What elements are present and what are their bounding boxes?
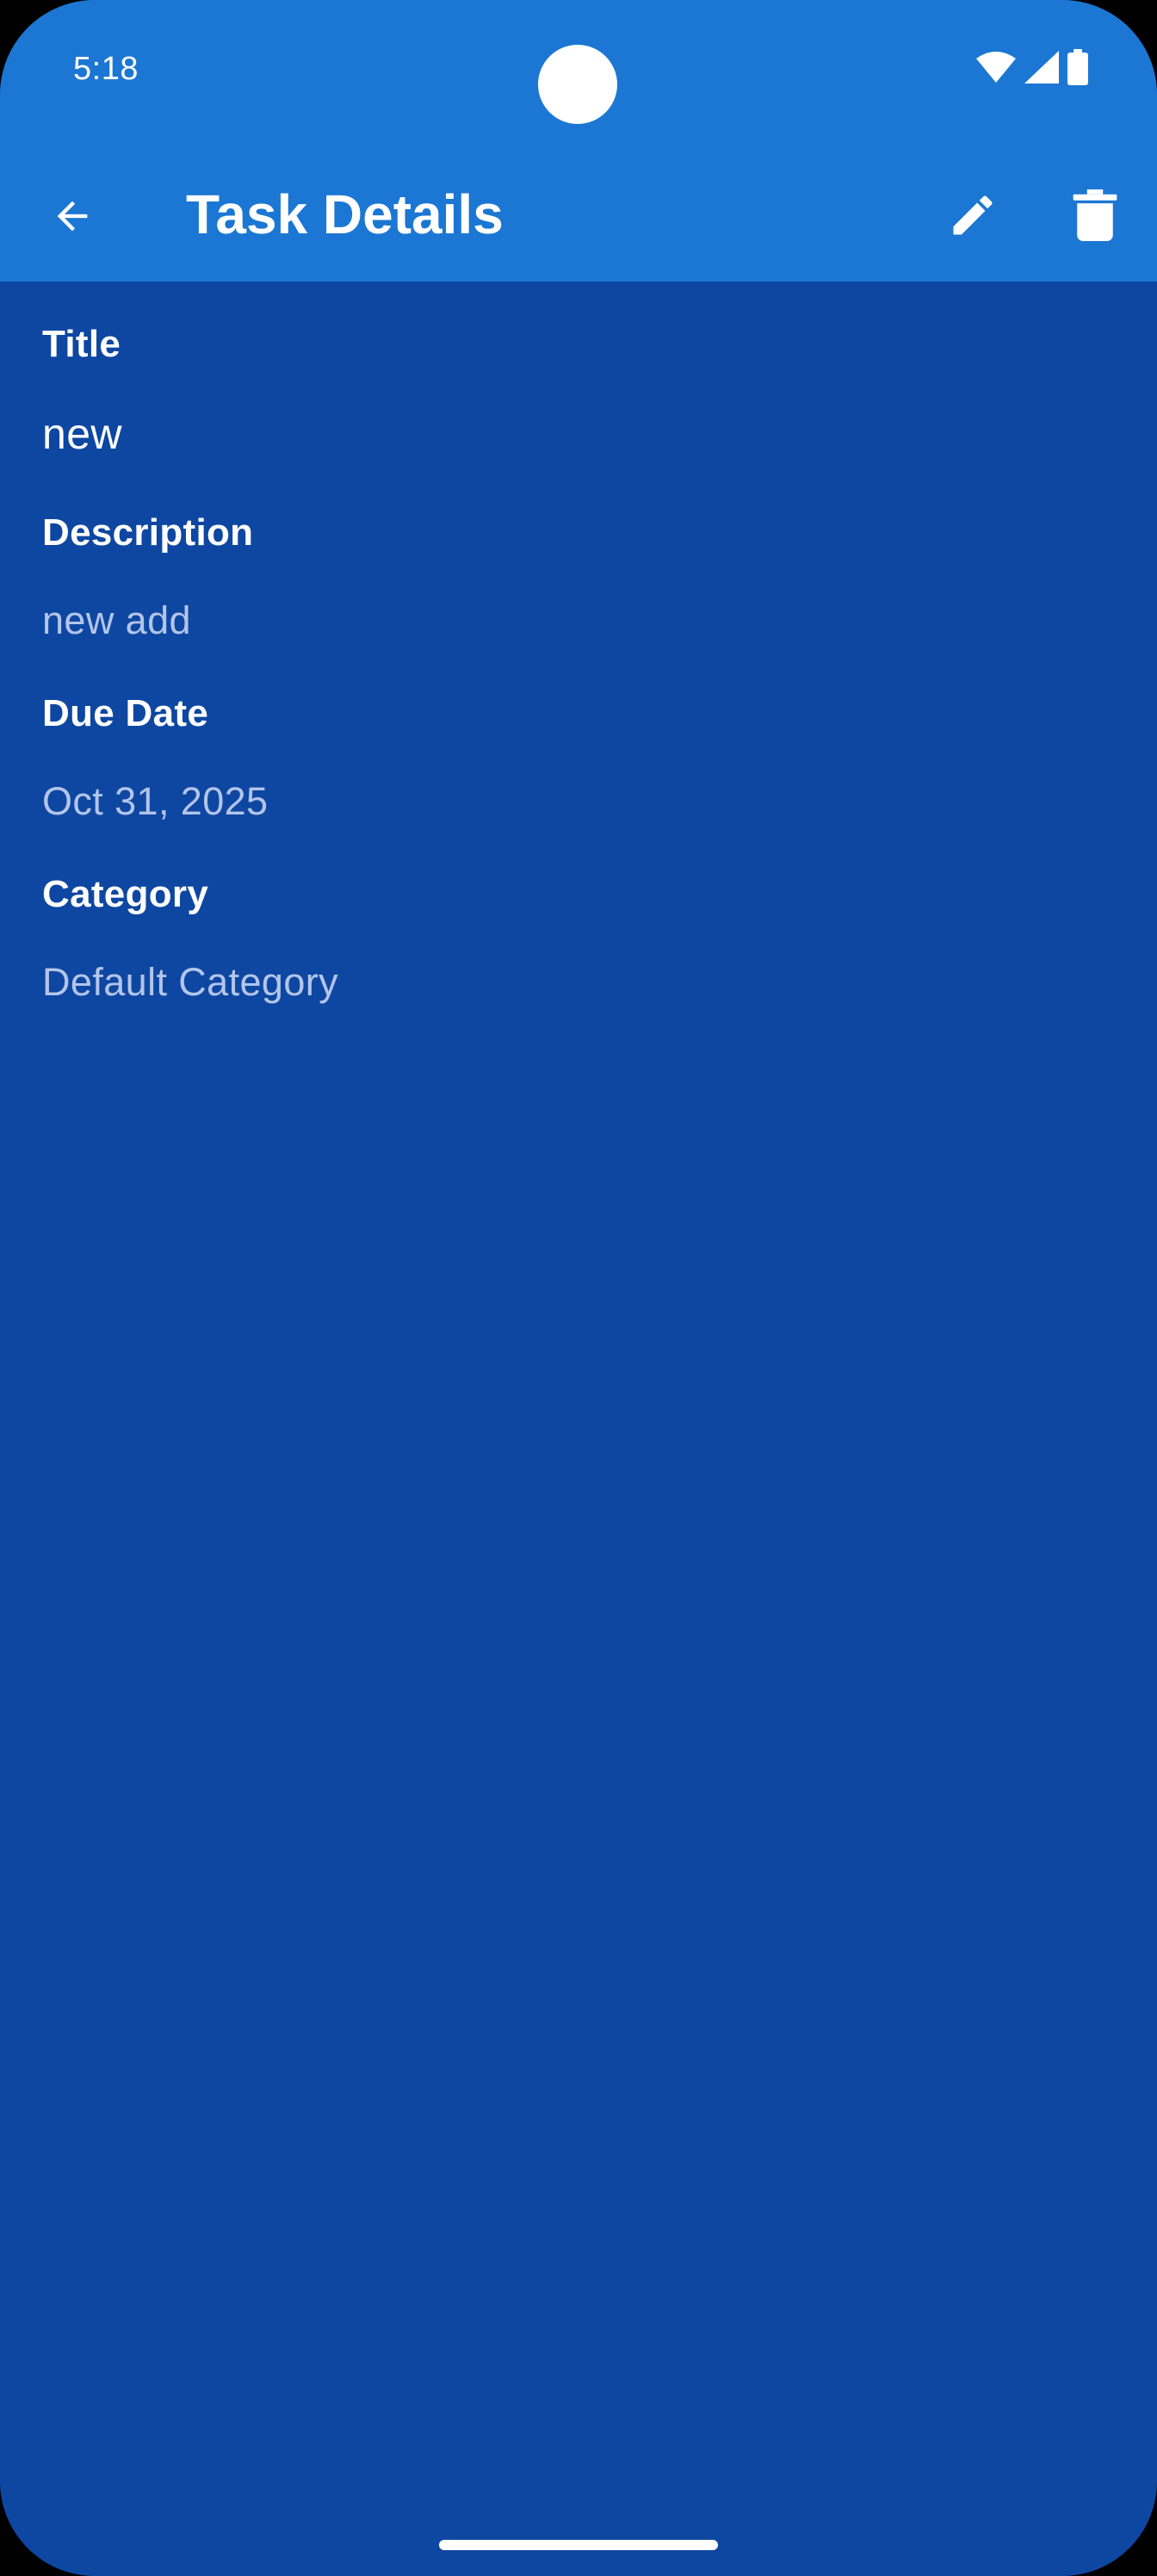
signal-icon: [1024, 51, 1059, 84]
description-value: new add: [42, 598, 191, 642]
camera-cutout: [538, 45, 617, 124]
back-button[interactable]: [31, 176, 114, 259]
category-value: Default Category: [42, 960, 339, 1004]
battery-icon: [1067, 49, 1088, 85]
due-date-label: Due Date: [42, 692, 209, 734]
category-label: Category: [42, 873, 209, 915]
arrow-back-icon: [50, 194, 95, 243]
status-icons: [976, 49, 1088, 85]
trash-icon: [1073, 189, 1117, 245]
wifi-icon: [976, 52, 1016, 83]
status-time: 5:18: [73, 51, 139, 87]
page-title: Task Details: [186, 183, 504, 245]
delete-button[interactable]: [1052, 174, 1138, 260]
top-app-bar: 5:18 Task Details: [0, 0, 1157, 282]
description-label: Description: [42, 511, 254, 554]
task-details-screen: 5:18 Task Details Title new Description …: [0, 0, 1157, 2576]
title-value: new: [42, 410, 122, 458]
title-label: Title: [42, 323, 121, 365]
edit-button[interactable]: [930, 174, 1016, 260]
home-indicator[interactable]: [439, 2540, 718, 2550]
app-bar: Task Details: [0, 155, 1157, 267]
due-date-value: Oct 31, 2025: [42, 779, 269, 823]
pencil-icon: [947, 189, 999, 245]
